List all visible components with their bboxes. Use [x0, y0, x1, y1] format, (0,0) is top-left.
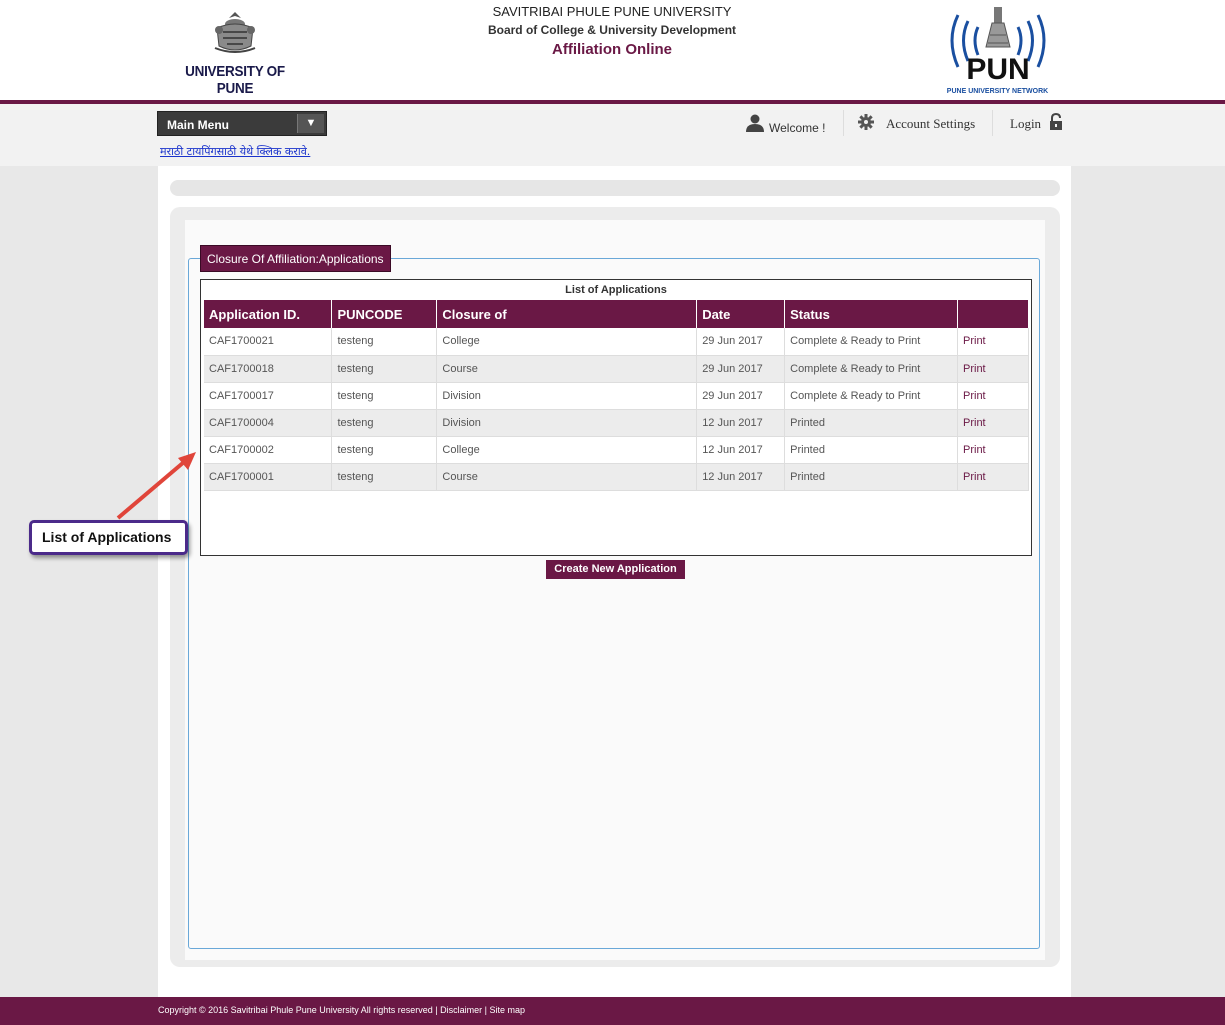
table-header-row: Application ID. PUNCODE Closure of Date …: [204, 300, 1029, 328]
nav-separator: [843, 110, 844, 136]
closure-of: Course: [436, 463, 698, 491]
wifi-tower-icon: PUN: [928, 7, 1068, 89]
section-legend: Closure Of Affiliation:Applications: [200, 245, 391, 272]
closure-of: Division: [436, 382, 698, 410]
login-link[interactable]: Login: [1010, 112, 1063, 135]
list-caption: List of Applications: [565, 284, 667, 296]
welcome-user: Welcome !: [745, 114, 825, 135]
puncode: testeng: [331, 355, 438, 383]
footer-copyright: Copyright © 2016 Savitribai Phule Pune U…: [158, 1005, 525, 1015]
welcome-label: Welcome !: [769, 121, 826, 135]
print-link[interactable]: Print: [957, 436, 1029, 464]
print-link[interactable]: Print: [957, 382, 1029, 410]
closure-of: College: [436, 328, 698, 356]
marathi-typing-link[interactable]: मराठी टायपिंगसाठी येथे क्लिक करावे.: [160, 144, 310, 159]
closure-of: Course: [436, 355, 698, 383]
status: Printed: [784, 409, 958, 437]
date: 29 Jun 2017: [696, 328, 786, 356]
applications-table: Application ID. PUNCODE Closure of Date …: [204, 300, 1029, 491]
puncode: testeng: [331, 382, 438, 410]
print-link[interactable]: Print: [957, 409, 1029, 437]
column-header: PUNCODE: [331, 300, 438, 328]
board-name: Board of College & University Developmen…: [487, 23, 737, 37]
nav-separator: [992, 110, 993, 136]
pun-network-logo: PUN PUNE UNIVERSITY NETWORK: [925, 5, 1070, 97]
network-logo-text: PUN: [966, 53, 1029, 85]
site-title: SAVITRIBAI PHULE PUNE UNIVERSITY Board o…: [412, 4, 812, 58]
application-id: CAF1700021: [204, 328, 333, 356]
app-name: Affiliation Online: [552, 41, 672, 58]
table-row: CAF1700004 testeng Division 12 Jun 2017 …: [204, 409, 1029, 437]
date: 29 Jun 2017: [696, 355, 786, 383]
university-name: SAVITRIBAI PHULE PUNE UNIVERSITY: [492, 4, 732, 19]
lock-icon: [1049, 112, 1063, 135]
column-header: Closure of: [436, 300, 698, 328]
university-logo: UNIVERSITY OF PUNE: [160, 10, 310, 97]
dropdown-arrow-icon[interactable]: ▼: [297, 114, 324, 133]
table-row: CAF1700017 testeng Division 29 Jun 2017 …: [204, 382, 1029, 410]
main-menu-label: Main Menu: [167, 118, 229, 132]
university-logo-text: UNIVERSITY OF PUNE: [185, 63, 285, 97]
status-strip: [170, 180, 1060, 196]
print-link[interactable]: Print: [957, 328, 1029, 356]
network-caption: PUNE UNIVERSITY NETWORK: [946, 88, 1049, 95]
print-link[interactable]: Print: [957, 463, 1029, 491]
gear-icon: [858, 114, 874, 134]
table-row: CAF1700021 testeng College 29 Jun 2017 C…: [204, 328, 1029, 356]
column-header: Status: [784, 300, 958, 328]
table-row: CAF1700018 testeng Course 29 Jun 2017 Co…: [204, 355, 1029, 383]
puncode: testeng: [331, 328, 438, 356]
application-id: CAF1700017: [204, 382, 333, 410]
application-id: CAF1700018: [204, 355, 333, 383]
date: 12 Jun 2017: [696, 436, 786, 464]
application-id: CAF1700004: [204, 409, 333, 437]
date: 12 Jun 2017: [696, 463, 786, 491]
status: Printed: [784, 436, 958, 464]
status: Complete & Ready to Print: [784, 382, 958, 410]
university-crest-icon: [160, 10, 310, 59]
account-settings-link[interactable]: Account Settings: [858, 114, 975, 134]
closure-of: Division: [436, 409, 698, 437]
column-header: Date: [696, 300, 786, 328]
applications-list: List of Applications Application ID. PUN…: [200, 279, 1032, 556]
puncode: testeng: [331, 409, 438, 437]
status: Printed: [784, 463, 958, 491]
table-row: CAF1700001 testeng Course 12 Jun 2017 Pr…: [204, 463, 1029, 491]
puncode: testeng: [331, 463, 438, 491]
create-new-application-button[interactable]: Create New Application: [546, 560, 685, 579]
date: 12 Jun 2017: [696, 409, 786, 437]
application-id: CAF1700002: [204, 436, 333, 464]
site-footer: Copyright © 2016 Savitribai Phule Pune U…: [0, 997, 1225, 1025]
status: Complete & Ready to Print: [784, 328, 958, 356]
main-menu-button[interactable]: Main Menu ▼: [157, 111, 327, 136]
puncode: testeng: [331, 436, 438, 464]
status: Complete & Ready to Print: [784, 355, 958, 383]
site-header: UNIVERSITY OF PUNE SAVITRIBAI PHULE PUNE…: [0, 0, 1225, 100]
login-label: Login: [1010, 116, 1042, 131]
date: 29 Jun 2017: [696, 382, 786, 410]
column-header: Application ID.: [204, 300, 333, 328]
list-of-applications-callout: List of Applications: [29, 520, 188, 555]
application-id: CAF1700001: [204, 463, 333, 491]
print-link[interactable]: Print: [957, 355, 1029, 383]
table-row: CAF1700002 testeng College 12 Jun 2017 P…: [204, 436, 1029, 464]
closure-of: College: [436, 436, 698, 464]
column-header: [957, 300, 1029, 328]
account-settings-label: Account Settings: [886, 116, 976, 131]
user-icon: [745, 114, 765, 135]
